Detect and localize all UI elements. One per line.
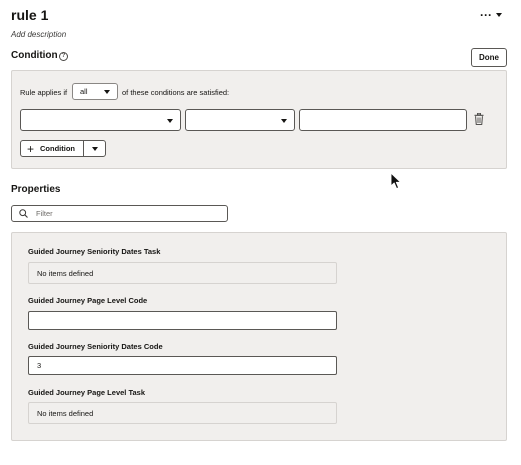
done-button[interactable]: Done: [471, 48, 507, 67]
chevron-down-icon: [167, 119, 173, 123]
add-description-link[interactable]: Add description: [11, 30, 66, 39]
question-circle-icon[interactable]: ?: [59, 52, 68, 61]
chevron-down-icon: [104, 89, 110, 94]
add-condition-split-button: + Condition: [20, 140, 106, 157]
plus-icon: +: [27, 141, 35, 156]
trash-icon[interactable]: [474, 113, 484, 125]
add-condition-menu-button[interactable]: [84, 141, 105, 156]
more-actions-button[interactable]: ···: [478, 8, 504, 22]
match-type-select[interactable]: all: [72, 83, 118, 100]
chevron-down-icon: [496, 13, 502, 17]
chevron-down-icon: [281, 119, 287, 123]
filter-field[interactable]: [11, 205, 228, 222]
condition-field-select[interactable]: [20, 109, 181, 131]
condition-operator-select[interactable]: [185, 109, 295, 131]
property-input[interactable]: 3: [28, 356, 337, 375]
chevron-down-icon: [91, 146, 98, 151]
ellipsis-icon: ···: [480, 8, 492, 22]
conditions-satisfied-label: of these conditions are satisfied:: [122, 88, 230, 97]
search-icon: [19, 209, 28, 218]
filter-input[interactable]: [36, 209, 206, 218]
rule-title[interactable]: rule 1: [11, 7, 48, 23]
add-condition-label: Condition: [40, 144, 76, 153]
property-input[interactable]: [28, 311, 337, 330]
mouse-cursor-icon: [390, 172, 402, 190]
property-value-readonly: No items defined: [28, 262, 337, 284]
property-label: Guided Journey Seniority Dates Task: [28, 247, 161, 256]
property-label: Guided Journey Seniority Dates Code: [28, 342, 163, 351]
properties-heading: Properties: [11, 184, 61, 195]
rule-applies-label: Rule applies if: [20, 88, 68, 97]
property-label: Guided Journey Page Level Task: [28, 388, 145, 397]
property-value-readonly: No items defined: [28, 402, 337, 424]
match-type-value: all: [80, 87, 88, 96]
add-condition-button[interactable]: + Condition: [21, 141, 84, 156]
condition-heading: Condition: [11, 50, 58, 61]
property-label: Guided Journey Page Level Code: [28, 296, 148, 305]
condition-value-input[interactable]: [299, 109, 467, 131]
